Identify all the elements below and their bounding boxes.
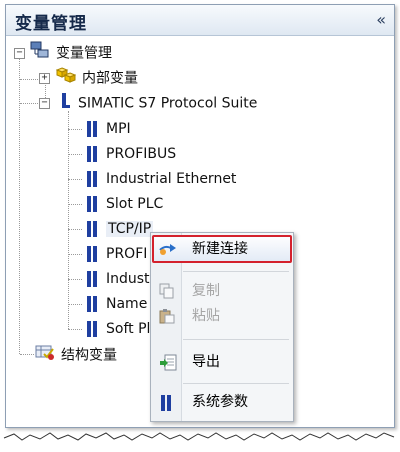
menu-item-label: 导出 xyxy=(192,354,220,370)
tree-node-channel[interactable]: Industrial Ethernet xyxy=(86,168,236,190)
tree-node-label: PROFI xyxy=(106,246,148,262)
new-connection-icon xyxy=(159,241,176,257)
tree-node-root[interactable]: 变量管理 xyxy=(30,41,112,63)
tree-node-channel[interactable]: Soft Pl xyxy=(86,318,150,340)
tree-node-channel[interactable]: PROFIBUS xyxy=(86,143,176,165)
menu-item-label: 粘贴 xyxy=(192,308,220,324)
torn-edge-decoration xyxy=(3,432,395,441)
channel-icon xyxy=(86,121,98,137)
tree-node-label: 结构变量 xyxy=(61,347,117,364)
expander-toggle[interactable]: − xyxy=(39,98,50,109)
tree-node-label: PROFIBUS xyxy=(106,146,177,162)
panel-titlebar: 变量管理 « xyxy=(6,5,394,36)
menu-item-system-params[interactable]: 系统参数 xyxy=(154,390,288,414)
context-menu: 新建连接 复制 粘贴 导出 系统参数 xyxy=(150,232,294,422)
channel-icon xyxy=(86,271,98,287)
tree-node-label: MPI xyxy=(106,121,131,137)
tree-node-label: 内部变量 xyxy=(82,70,138,87)
tree-node-channel[interactable]: MPI xyxy=(86,118,131,140)
tree-line xyxy=(68,329,82,330)
export-icon xyxy=(159,354,177,371)
menu-separator xyxy=(183,383,289,384)
network-icon xyxy=(30,41,50,66)
tree-node-label: TCP/IP xyxy=(106,221,154,237)
channel-icon xyxy=(86,171,98,187)
menu-item-label: 复制 xyxy=(192,283,220,299)
collapse-icon[interactable]: « xyxy=(376,10,386,29)
tree-node-channel[interactable]: Slot PLC xyxy=(86,193,163,215)
paste-icon xyxy=(159,308,175,324)
tree-node-channel[interactable]: Indust xyxy=(86,268,150,290)
tree-node-label: 变量管理 xyxy=(56,45,112,62)
tree-node-channel[interactable]: PROFI xyxy=(86,243,147,265)
tree-line xyxy=(20,79,40,80)
tree-line xyxy=(20,103,40,104)
expander-toggle[interactable]: − xyxy=(14,48,25,59)
tree-line xyxy=(68,154,82,155)
tree-line xyxy=(20,354,34,355)
channel-icon xyxy=(86,246,98,262)
tree-line xyxy=(68,204,82,205)
menu-separator xyxy=(183,339,289,340)
tree-line xyxy=(68,179,82,180)
tree-line xyxy=(68,254,82,255)
tree-node-label: SIMATIC S7 Protocol Suite xyxy=(78,95,258,112)
tree-line xyxy=(68,229,82,230)
channel-icon xyxy=(86,221,98,237)
menu-separator xyxy=(183,271,289,272)
tree-node-label: Indust xyxy=(106,271,150,287)
tree-node-internal-variables[interactable]: 内部变量 xyxy=(55,66,138,91)
tree-node-label: Slot PLC xyxy=(106,196,164,212)
system-params-icon xyxy=(159,394,175,411)
tree-line xyxy=(68,279,82,280)
menu-item-label: 系统参数 xyxy=(192,394,248,410)
cubes-icon xyxy=(55,66,77,91)
tree-node-channel[interactable]: Name xyxy=(86,293,147,315)
menu-item-export[interactable]: 导出 xyxy=(154,350,288,374)
channel-icon xyxy=(86,321,98,337)
tree-node-label: Industrial Ethernet xyxy=(106,171,237,187)
channel-icon xyxy=(86,296,98,312)
menu-item-label: 新建连接 xyxy=(192,241,248,257)
channel-icon xyxy=(86,146,98,162)
tree-node-label: Soft Pl xyxy=(106,321,151,337)
copy-icon xyxy=(159,283,175,299)
tree-node-struct-variables[interactable]: 结构变量 xyxy=(35,343,117,365)
tree-line xyxy=(68,111,69,329)
menu-item-copy[interactable]: 复制 xyxy=(154,279,288,303)
tree-line xyxy=(68,304,82,305)
tree-node-channel-selected[interactable]: TCP/IP xyxy=(86,218,154,240)
channel-icon xyxy=(86,196,98,212)
expander-toggle[interactable]: + xyxy=(39,73,50,84)
tree-line xyxy=(68,129,82,130)
tree-node-label: Name xyxy=(106,296,148,312)
menu-item-paste[interactable]: 粘贴 xyxy=(154,304,288,328)
struct-icon xyxy=(35,343,55,368)
tree-node-protocol-suite[interactable]: SIMATIC S7 Protocol Suite xyxy=(60,91,257,113)
panel-title: 变量管理 xyxy=(15,14,87,34)
menu-item-new-connection[interactable]: 新建连接 xyxy=(152,235,292,263)
driver-icon xyxy=(60,91,72,116)
